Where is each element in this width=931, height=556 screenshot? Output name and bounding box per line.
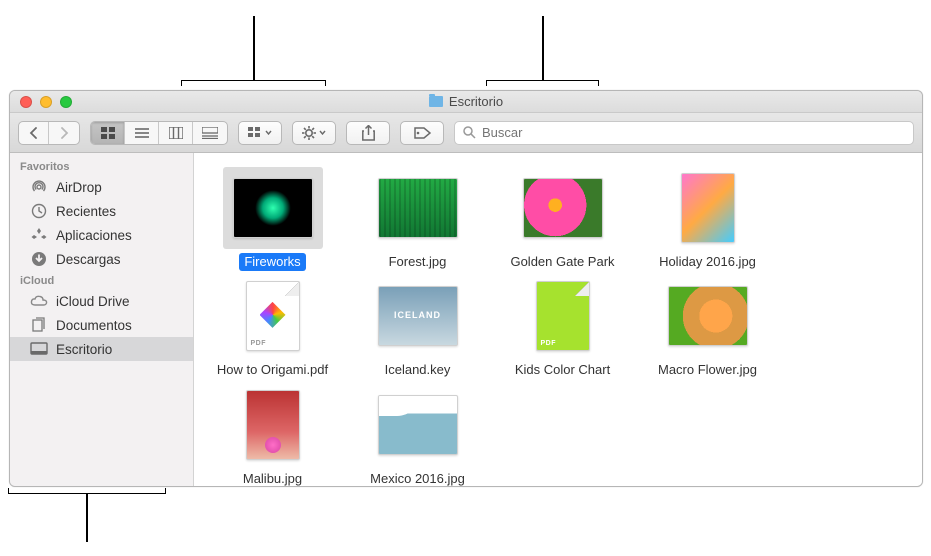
file-thumbnail	[378, 178, 458, 238]
view-switcher	[90, 121, 228, 145]
callout-bracket-share	[486, 80, 599, 86]
sidebar-item-label: iCloud Drive	[56, 294, 130, 309]
sidebar-item-documents[interactable]: Documentos	[10, 313, 193, 337]
file-name: Iceland.key	[380, 361, 456, 379]
sidebar-item-downloads[interactable]: Descargas	[10, 247, 193, 271]
back-button[interactable]	[19, 122, 49, 144]
file-thumbnail	[378, 286, 458, 346]
callout-line-sidebar	[86, 494, 88, 542]
file-thumbnail	[246, 390, 300, 460]
toolbar	[10, 113, 922, 153]
forward-button[interactable]	[49, 122, 79, 144]
window-title-text: Escritorio	[449, 94, 503, 109]
file-name: Kids Color Chart	[510, 361, 615, 379]
file-name: How to Origami.pdf	[212, 361, 333, 379]
file-thumbnail	[378, 395, 458, 455]
file-item[interactable]: Malibu.jpg	[202, 384, 343, 488]
airdrop-icon	[30, 178, 48, 196]
sidebar-item-label: Documentos	[56, 318, 132, 333]
list-view-button[interactable]	[125, 122, 159, 144]
file-thumbnail	[681, 173, 735, 243]
cloud-icon	[30, 292, 48, 310]
search-icon	[463, 126, 476, 139]
sidebar-item-label: Recientes	[56, 204, 116, 219]
download-icon	[30, 250, 48, 268]
file-grid: Fireworks Forest.jpg Golden Gate Park Ho…	[194, 153, 922, 486]
file-thumbnail	[523, 178, 603, 238]
gear-icon	[302, 126, 316, 140]
sidebar-header-favorites: Favoritos	[10, 157, 193, 175]
callout-line-share	[542, 16, 544, 80]
search-field[interactable]	[454, 121, 914, 145]
share-button[interactable]	[346, 121, 390, 145]
window-title: Escritorio	[10, 94, 922, 109]
sidebar-item-airdrop[interactable]: AirDrop	[10, 175, 193, 199]
chevron-down-icon	[319, 130, 326, 135]
titlebar: Escritorio	[10, 91, 922, 113]
file-name: Malibu.jpg	[238, 470, 307, 488]
desktop-icon	[30, 340, 48, 358]
documents-icon	[30, 316, 48, 334]
file-thumbnail	[668, 286, 748, 346]
file-thumbnail: PDF	[246, 281, 300, 351]
file-item[interactable]: Mexico 2016.jpg	[347, 384, 488, 488]
file-thumbnail: PDF	[536, 281, 590, 351]
sidebar-item-label: Descargas	[56, 252, 121, 267]
sidebar-item-recents[interactable]: Recientes	[10, 199, 193, 223]
sidebar-item-icloud-drive[interactable]: iCloud Drive	[10, 289, 193, 313]
sidebar-item-label: AirDrop	[56, 180, 102, 195]
file-name: Holiday 2016.jpg	[654, 253, 761, 271]
file-name: Forest.jpg	[384, 253, 452, 271]
finder-window: Escritorio	[9, 90, 923, 487]
clock-icon	[30, 202, 48, 220]
file-item[interactable]: Fireworks	[202, 167, 343, 271]
sidebar-item-desktop[interactable]: Escritorio	[10, 337, 193, 361]
chevron-down-icon	[265, 130, 272, 135]
sidebar-item-label: Escritorio	[56, 342, 112, 357]
file-item[interactable]: Iceland.key	[347, 275, 488, 379]
apps-icon	[30, 226, 48, 244]
file-item[interactable]: PDF Kids Color Chart	[492, 275, 633, 379]
search-input[interactable]	[482, 125, 905, 140]
sidebar-item-applications[interactable]: Aplicaciones	[10, 223, 193, 247]
tag-icon	[413, 127, 431, 139]
coverflow-view-button[interactable]	[193, 122, 227, 144]
column-view-button[interactable]	[159, 122, 193, 144]
file-name: Golden Gate Park	[505, 253, 619, 271]
file-item[interactable]: Golden Gate Park	[492, 167, 633, 271]
file-thumbnail	[233, 178, 313, 238]
folder-icon	[429, 96, 443, 107]
action-button[interactable]	[292, 121, 336, 145]
sidebar: Favoritos AirDrop Recientes Aplicaciones…	[10, 153, 194, 486]
sidebar-item-label: Aplicaciones	[56, 228, 132, 243]
tags-button[interactable]	[400, 121, 444, 145]
file-item[interactable]: Forest.jpg	[347, 167, 488, 271]
file-name: Mexico 2016.jpg	[365, 470, 470, 488]
nav-buttons	[18, 121, 80, 145]
file-item[interactable]: Holiday 2016.jpg	[637, 167, 778, 271]
file-name: Fireworks	[239, 253, 305, 271]
sidebar-header-icloud: iCloud	[10, 271, 193, 289]
arrange-button[interactable]	[238, 121, 282, 145]
file-item[interactable]: PDF How to Origami.pdf	[202, 275, 343, 379]
icon-view-button[interactable]	[91, 122, 125, 144]
callout-bracket-view	[181, 80, 326, 86]
callout-line-view	[253, 16, 255, 80]
file-name: Macro Flower.jpg	[653, 361, 762, 379]
file-item[interactable]: Macro Flower.jpg	[637, 275, 778, 379]
share-icon	[362, 125, 375, 141]
